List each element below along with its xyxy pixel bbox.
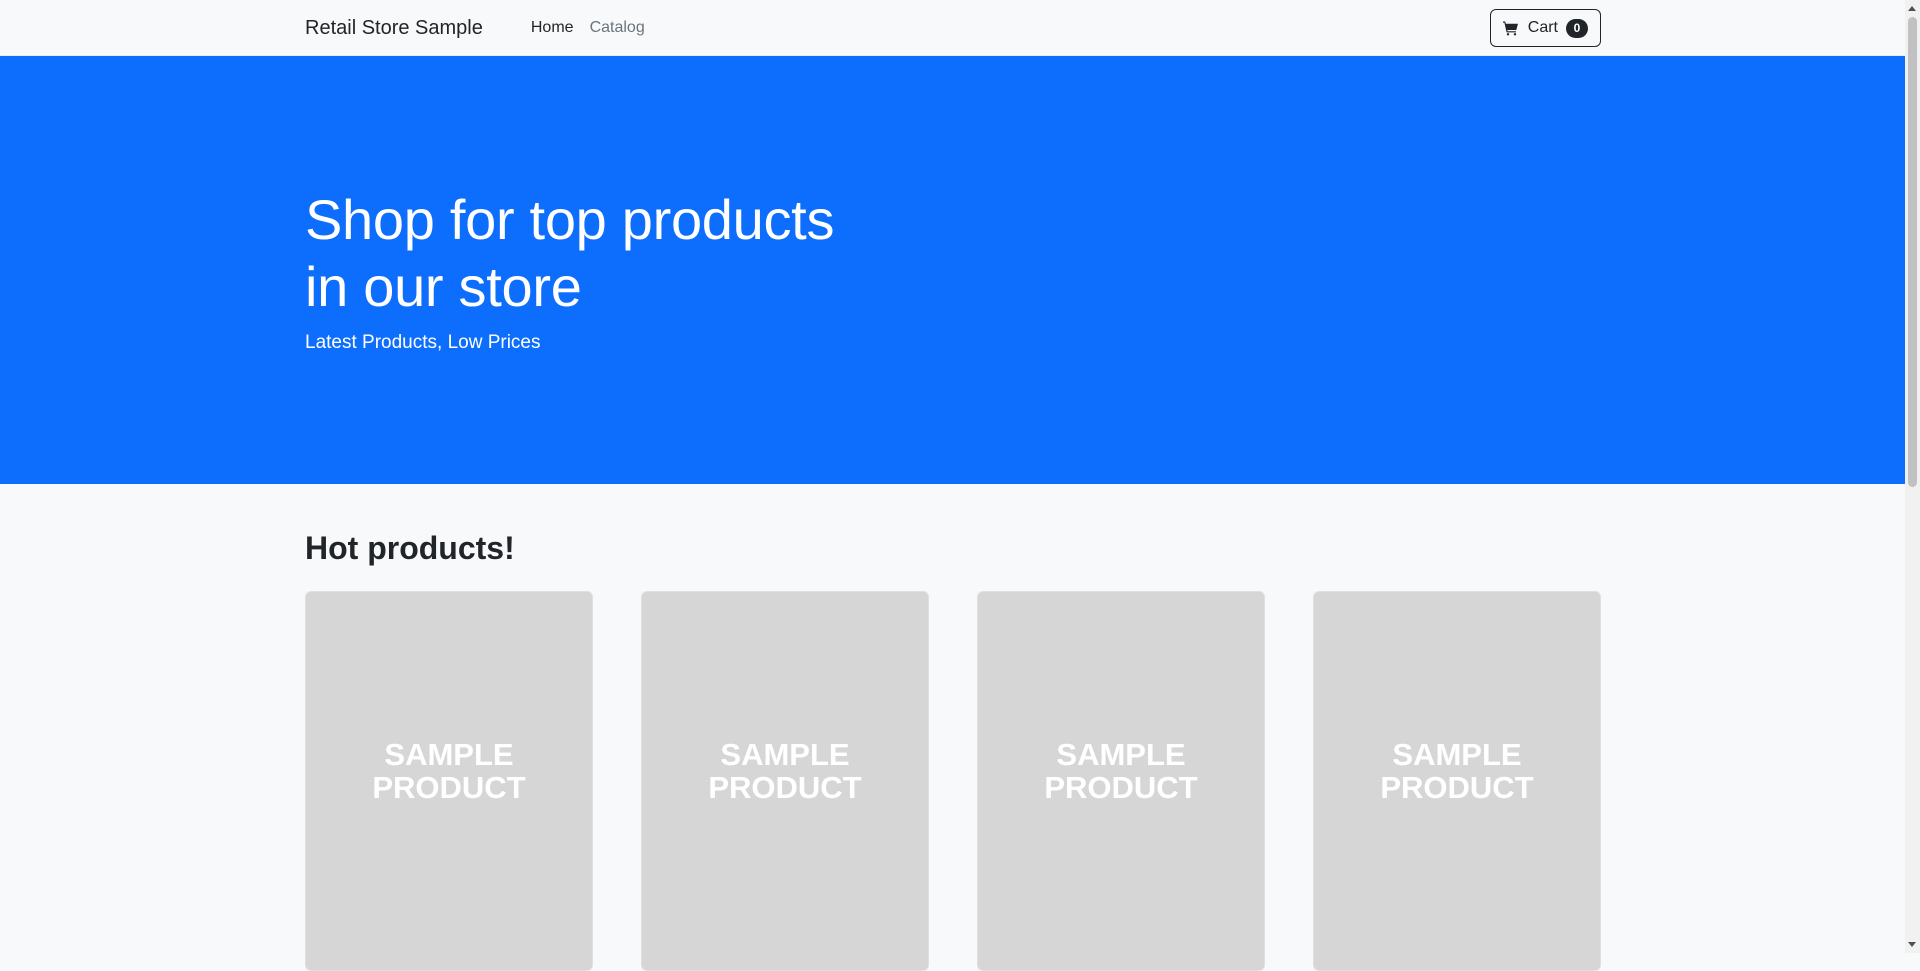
product-card[interactable]: SAMPLE PRODUCT bbox=[977, 591, 1265, 971]
hot-products-section: Hot products! bbox=[305, 530, 1601, 567]
product-placeholder-image: SAMPLE PRODUCT bbox=[708, 737, 862, 805]
cart-icon bbox=[1502, 21, 1518, 36]
product-placeholder-image: SAMPLE PRODUCT bbox=[372, 737, 526, 805]
nav-link-catalog[interactable]: Catalog bbox=[590, 19, 645, 37]
product-card[interactable]: SAMPLE PRODUCT bbox=[305, 591, 593, 971]
product-card[interactable]: SAMPLE PRODUCT bbox=[1313, 591, 1601, 971]
scroll-down-arrow-icon[interactable] bbox=[1908, 942, 1916, 947]
product-card[interactable]: SAMPLE PRODUCT bbox=[641, 591, 929, 971]
hero-title-line-1: Shop for top products bbox=[305, 188, 835, 251]
scroll-up-arrow-icon[interactable] bbox=[1908, 6, 1916, 11]
navbar-container: Retail Store Sample Home Catalog Cart 0 bbox=[305, 0, 1601, 56]
hot-products-heading: Hot products! bbox=[305, 530, 515, 566]
nav-link-home[interactable]: Home bbox=[531, 19, 574, 37]
hero-banner: Shop for top products in our store Lates… bbox=[0, 56, 1905, 484]
hero-subtitle: Latest Products, Low Prices bbox=[305, 332, 541, 353]
top-navbar: Retail Store Sample Home Catalog Cart 0 bbox=[0, 0, 1905, 56]
brand-link[interactable]: Retail Store Sample bbox=[305, 17, 483, 40]
scrollbar-thumb[interactable] bbox=[1908, 17, 1917, 487]
vertical-scrollbar[interactable] bbox=[1905, 0, 1920, 953]
hero-content: Shop for top products in our store Lates… bbox=[305, 186, 905, 354]
cart-count-badge: 0 bbox=[1566, 18, 1588, 38]
cart-button[interactable]: Cart 0 bbox=[1489, 9, 1601, 47]
product-card-row: SAMPLE PRODUCT SAMPLE PRODUCT SAMPLE PRO… bbox=[305, 591, 1601, 971]
product-placeholder-image: SAMPLE PRODUCT bbox=[1380, 737, 1534, 805]
hero-title: Shop for top products in our store bbox=[305, 186, 905, 320]
product-placeholder-image: SAMPLE PRODUCT bbox=[1044, 737, 1198, 805]
cart-label: Cart bbox=[1527, 19, 1558, 36]
hero-title-line-2: in our store bbox=[305, 255, 582, 318]
